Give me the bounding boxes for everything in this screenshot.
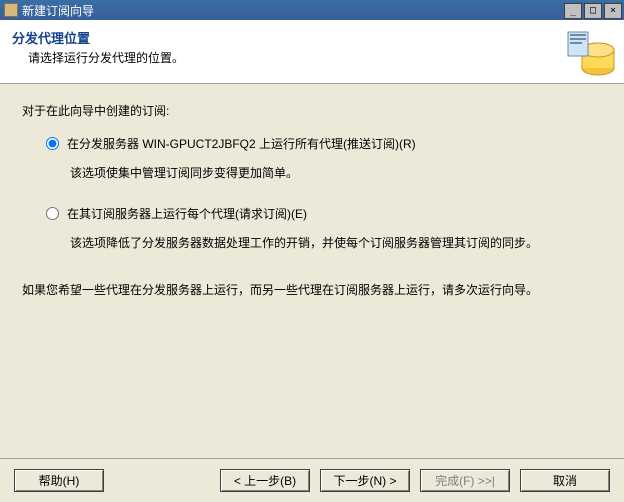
intro-text: 对于在此向导中创建的订阅: [22,102,602,119]
cancel-button[interactable]: 取消 [520,469,610,492]
option-pull-desc: 该选项降低了分发服务器数据处理工作的开销，并使每个订阅服务器管理其订阅的同步。 [70,234,602,251]
page-subtitle: 请选择运行分发代理的位置。 [12,49,612,66]
close-button[interactable]: × [604,3,622,19]
option-pull-row[interactable]: 在其订阅服务器上运行每个代理(请求订阅)(E) [46,205,602,222]
wizard-content: 对于在此向导中创建的订阅: 在分发服务器 WIN-GPUCT2JBFQ2 上运行… [0,84,624,458]
finish-button: 完成(F) >>| [420,469,510,492]
option-push-desc: 该选项使集中管理订阅同步变得更加简单。 [70,164,602,181]
maximize-button[interactable]: □ [584,3,602,19]
help-button[interactable]: 帮助(H) [14,469,104,492]
page-title: 分发代理位置 [12,28,612,47]
option-push: 在分发服务器 WIN-GPUCT2JBFQ2 上运行所有代理(推送订阅)(R) … [46,135,602,181]
next-button[interactable]: 下一步(N) > [320,469,410,492]
option-pull-radio[interactable] [46,207,59,220]
window-title: 新建订阅向导 [22,2,564,19]
minimize-button[interactable]: _ [564,3,582,19]
option-push-label: 在分发服务器 WIN-GPUCT2JBFQ2 上运行所有代理(推送订阅)(R) [67,135,416,152]
back-button[interactable]: < 上一步(B) [220,469,310,492]
window-buttons: _ □ × [564,2,624,19]
wizard-icon [564,28,616,76]
option-push-radio[interactable] [46,137,59,150]
option-pull-label: 在其订阅服务器上运行每个代理(请求订阅)(E) [67,205,307,222]
footer-note: 如果您希望一些代理在分发服务器上运行，而另一些代理在订阅服务器上运行，请多次运行… [22,281,602,300]
option-pull: 在其订阅服务器上运行每个代理(请求订阅)(E) 该选项降低了分发服务器数据处理工… [46,205,602,251]
wizard-header: 分发代理位置 请选择运行分发代理的位置。 [0,20,624,84]
app-icon [4,3,18,17]
wizard-button-bar: 帮助(H) < 上一步(B) 下一步(N) > 完成(F) >>| 取消 [0,458,624,502]
option-push-row[interactable]: 在分发服务器 WIN-GPUCT2JBFQ2 上运行所有代理(推送订阅)(R) [46,135,602,152]
titlebar: 新建订阅向导 _ □ × [0,0,624,20]
